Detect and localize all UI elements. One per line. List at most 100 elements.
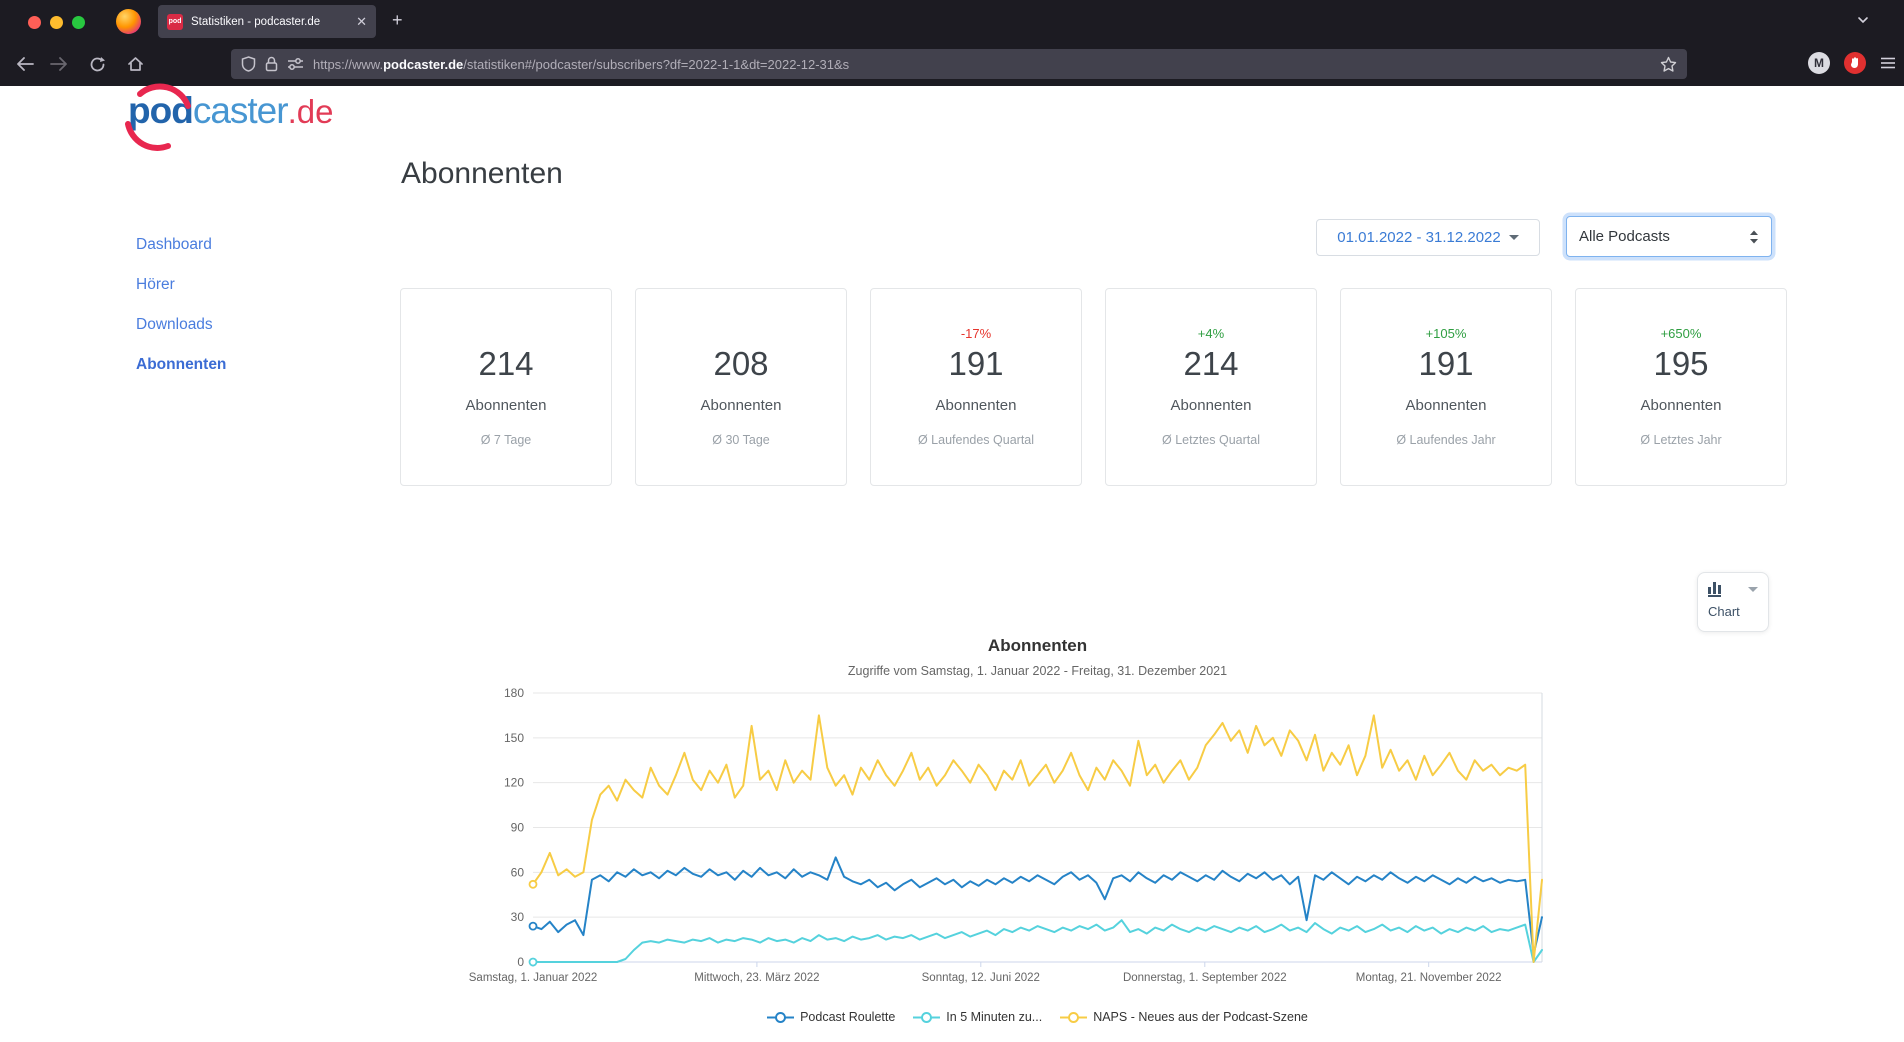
logo-text-de: .de	[288, 93, 334, 131]
subscribers-line-chart: 0306090120150180Samstag, 1. Januar 2022M…	[420, 680, 1580, 1010]
browser-tab[interactable]: pod Statistiken - podcaster.de ✕	[158, 5, 376, 38]
stat-period: Ø Letztes Quartal	[1162, 433, 1260, 447]
stat-card-letztes-jahr: +650% 195 Abonnenten Ø Letztes Jahr	[1575, 288, 1787, 486]
legend-marker-icon	[1060, 1011, 1087, 1024]
close-window-button[interactable]	[28, 16, 41, 29]
forward-button[interactable]	[48, 53, 70, 75]
svg-text:180: 180	[504, 686, 524, 700]
lock-icon[interactable]	[265, 56, 278, 72]
new-tab-button[interactable]: +	[392, 10, 403, 31]
stat-delta: +650%	[1661, 326, 1702, 342]
window-controls	[28, 16, 85, 29]
stat-value: 208	[713, 346, 768, 382]
caret-down-icon	[1509, 235, 1519, 240]
chart-caret-icon	[1748, 587, 1758, 592]
date-range-label: 01.01.2022 - 31.12.2022	[1337, 229, 1500, 246]
podcast-select-value: Alle Podcasts	[1579, 228, 1749, 245]
select-arrows-icon	[1749, 230, 1759, 244]
legend-item[interactable]: In 5 Minuten zu...	[913, 1010, 1042, 1024]
stat-card-laufendes-quartal: -17% 191 Abonnenten Ø Laufendes Quartal	[870, 288, 1082, 486]
stat-label: Abonnenten	[466, 397, 547, 414]
logo-text-pod: pod	[128, 90, 193, 132]
svg-text:30: 30	[511, 910, 525, 924]
back-button[interactable]	[14, 53, 36, 75]
bookmark-star-icon[interactable]	[1660, 56, 1677, 73]
stat-label: Abonnenten	[1406, 397, 1487, 414]
legend-label: Podcast Roulette	[800, 1010, 895, 1024]
sidebar-item-abonnenten[interactable]: Abonnenten	[136, 356, 226, 374]
legend-marker-icon	[767, 1011, 794, 1024]
stat-card-letztes-quartal: +4% 214 Abonnenten Ø Letztes Quartal	[1105, 288, 1317, 486]
legend-label: In 5 Minuten zu...	[946, 1010, 1042, 1024]
stat-delta: +4%	[1198, 326, 1224, 342]
extension-m-icon[interactable]: M	[1808, 52, 1830, 74]
minimize-window-button[interactable]	[50, 16, 63, 29]
sidebar-item-dashboard[interactable]: Dashboard	[136, 236, 226, 254]
stat-card-laufendes-jahr: +105% 191 Abonnenten Ø Laufendes Jahr	[1340, 288, 1552, 486]
date-range-button[interactable]: 01.01.2022 - 31.12.2022	[1316, 219, 1540, 256]
svg-text:Donnerstag, 1. September 2022: Donnerstag, 1. September 2022	[1123, 972, 1287, 984]
stat-period: Ø Letztes Jahr	[1640, 433, 1721, 447]
legend-marker-icon	[913, 1011, 940, 1024]
page-title: Abonnenten	[401, 157, 563, 191]
chart-title: Abonnenten	[533, 636, 1542, 656]
url-bar[interactable]: https://www.podcaster.de/statistiken#/po…	[231, 49, 1687, 79]
stat-label: Abonnenten	[701, 397, 782, 414]
svg-text:Samstag, 1. Januar 2022: Samstag, 1. Januar 2022	[469, 972, 598, 984]
stat-value: 191	[1418, 346, 1473, 382]
chart-legend: Podcast Roulette In 5 Minuten zu... NAPS -…	[533, 1010, 1542, 1024]
podcast-select[interactable]: Alle Podcasts	[1566, 216, 1772, 257]
stat-period: Ø 30 Tage	[712, 433, 769, 447]
sidebar-item-hoerer[interactable]: Hörer	[136, 276, 226, 294]
stat-period: Ø Laufendes Quartal	[918, 433, 1034, 447]
stat-delta: -17%	[961, 326, 991, 342]
stat-value: 214	[478, 346, 533, 382]
bar-chart-icon	[1708, 582, 1721, 597]
sidebar-nav: Dashboard Hörer Downloads Abonnenten	[136, 236, 226, 396]
chart-button-label: Chart	[1708, 604, 1758, 619]
tracking-shield-icon[interactable]	[241, 56, 256, 72]
svg-text:Sonntag, 12. Juni 2022: Sonntag, 12. Juni 2022	[922, 972, 1040, 984]
browser-chrome: pod Statistiken - podcaster.de ✕ + https…	[0, 0, 1904, 86]
firefox-icon	[116, 9, 141, 34]
stat-card-7-tage: 214 Abonnenten Ø 7 Tage	[400, 288, 612, 486]
stat-value: 214	[1183, 346, 1238, 382]
page-content: podcaster.de Dashboard Hörer Downloads A…	[0, 86, 1904, 1042]
toolbar-extensions: M	[1808, 52, 1896, 74]
tab-close-icon[interactable]: ✕	[356, 15, 367, 28]
permissions-icon[interactable]	[287, 57, 304, 71]
svg-text:0: 0	[517, 955, 524, 969]
svg-text:120: 120	[504, 776, 524, 790]
home-button[interactable]	[124, 53, 146, 75]
tab-favicon-icon: pod	[167, 14, 183, 30]
stat-label: Abonnenten	[1171, 397, 1252, 414]
chart-subtitle: Zugriffe vom Samstag, 1. Januar 2022 - F…	[533, 664, 1542, 678]
legend-item[interactable]: Podcast Roulette	[767, 1010, 895, 1024]
podcaster-logo[interactable]: podcaster.de	[128, 90, 333, 132]
tab-strip: pod Statistiken - podcaster.de ✕ +	[0, 0, 1904, 42]
tab-title: Statistiken - podcaster.de	[191, 16, 348, 28]
reload-button[interactable]	[86, 53, 108, 75]
svg-text:Mittwoch, 23. März 2022: Mittwoch, 23. März 2022	[694, 972, 819, 984]
stat-label: Abonnenten	[936, 397, 1017, 414]
svg-text:150: 150	[504, 731, 524, 745]
stat-cards-row: 214 Abonnenten Ø 7 Tage 208 Abonnenten Ø…	[400, 288, 1787, 486]
menu-hamburger-icon[interactable]	[1880, 56, 1896, 70]
stat-value: 191	[948, 346, 1003, 382]
chart-type-button[interactable]: Chart	[1697, 572, 1769, 632]
sidebar-item-downloads[interactable]: Downloads	[136, 316, 226, 334]
stat-period: Ø 7 Tage	[481, 433, 532, 447]
legend-label: NAPS - Neues aus der Podcast-Szene	[1093, 1010, 1308, 1024]
stat-label: Abonnenten	[1641, 397, 1722, 414]
stat-value: 195	[1653, 346, 1708, 382]
navigation-toolbar: https://www.podcaster.de/statistiken#/po…	[0, 42, 1904, 86]
list-tabs-chevron-icon[interactable]	[1856, 13, 1870, 27]
url-text[interactable]: https://www.podcaster.de/statistiken#/po…	[313, 57, 1651, 72]
extension-blocker-icon[interactable]	[1844, 52, 1866, 74]
legend-item[interactable]: NAPS - Neues aus der Podcast-Szene	[1060, 1010, 1308, 1024]
svg-text:Montag, 21. November 2022: Montag, 21. November 2022	[1356, 972, 1502, 984]
svg-text:90: 90	[511, 821, 525, 835]
stat-period: Ø Laufendes Jahr	[1396, 433, 1495, 447]
zoom-window-button[interactable]	[72, 16, 85, 29]
logo-text-caster: caster	[193, 90, 288, 132]
